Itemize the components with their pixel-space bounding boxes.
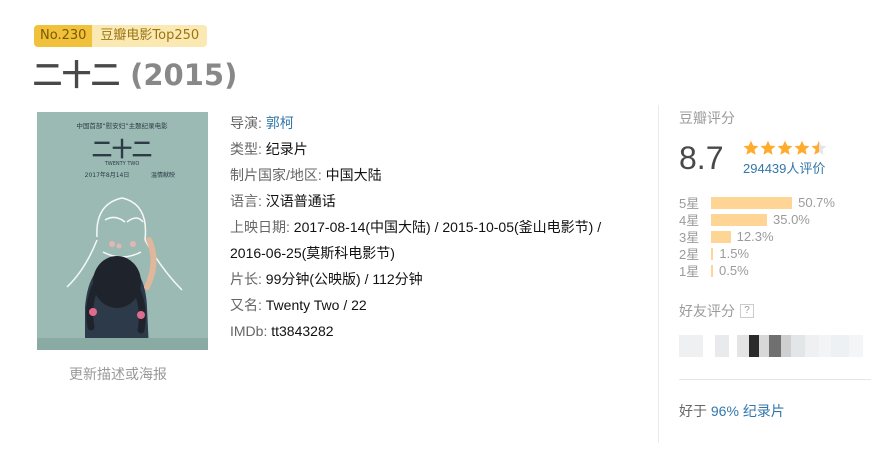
star-icon <box>743 140 759 155</box>
friend-avatars-blurred <box>679 335 873 357</box>
country-value: 中国大陆 <box>325 167 382 183</box>
imdb-row: IMDb: tt3843282 <box>230 318 640 344</box>
page-title: 二十二 (2015) <box>33 52 237 94</box>
language-value: 汉语普通话 <box>265 193 336 209</box>
stars-box: 294439人评价 <box>743 138 827 177</box>
director-link[interactable]: 郭柯 <box>266 115 294 131</box>
release-row: 上映日期: 2017-08-14(中国大陆) / 2015-10-05(釜山电影… <box>230 214 640 266</box>
movie-year: (2015) <box>130 58 238 92</box>
release-separator-1: / <box>430 219 443 235</box>
star-icon <box>794 140 810 155</box>
director-label: 导演: <box>230 115 262 131</box>
rating-row-percent: 50.7% <box>798 195 835 210</box>
rating-row: 1星 0.5% <box>679 262 873 279</box>
runtime-value-1: 99分钟(公映版) <box>265 271 361 287</box>
rating-row-percent: 35.0% <box>773 212 810 227</box>
star-icon <box>811 140 827 155</box>
runtime-row: 片长: 99分钟(公映版) / 112分钟 <box>230 266 640 292</box>
language-label: 语言: <box>230 193 262 209</box>
country-row: 制片国家/地区: 中国大陆 <box>230 162 640 188</box>
movie-name: 二十二 <box>33 58 121 92</box>
rating-score: 8.7 <box>679 140 724 176</box>
aka-label: 又名: <box>230 297 262 313</box>
poster-date: 2017年8月14日 <box>85 171 130 179</box>
rating-bar <box>711 247 714 260</box>
language-row: 语言: 汉语普通话 <box>230 188 640 214</box>
poster-top-text: 中国首部“慰安妇”主题纪录电影 <box>76 121 168 130</box>
aka-row: 又名: Twenty Two / 22 <box>230 292 640 318</box>
runtime-label: 片长: <box>230 271 262 287</box>
help-icon[interactable]: ? <box>740 304 754 318</box>
rating-title: 豆瓣评分 <box>679 110 735 126</box>
genre-value: 纪录片 <box>265 141 308 157</box>
release-date-2: 2015-10-05(釜山电影节) <box>442 219 594 235</box>
better-than-row: 好于 96% 纪录片 <box>679 401 785 421</box>
rating-row: 2星 1.5% <box>679 245 873 262</box>
score-row: 8.7 294439人评价 <box>679 138 873 178</box>
rating-bar <box>711 230 731 243</box>
rating-row: 5星 50.7% <box>679 194 873 211</box>
release-date-3: 2016-06-25(莫斯科电影节) <box>230 245 395 261</box>
better-percent[interactable]: 96% <box>711 403 739 419</box>
rating-row: 4星 35.0% <box>679 211 873 228</box>
update-poster-link[interactable]: 更新描述或海报 <box>69 364 167 384</box>
top250-badge[interactable]: No.230 豆瓣电影Top250 <box>34 25 208 47</box>
star-icon <box>760 140 776 155</box>
movie-poster[interactable]: 中国首部“慰安妇”主题纪录电影 二十二 TWENTY TWO 2017年8月14… <box>37 112 208 350</box>
imdb-id: tt3843282 <box>271 323 334 339</box>
rating-row-label: 1星 <box>679 264 700 279</box>
rank-number: No.230 <box>34 25 93 47</box>
release-label: 上映日期: <box>230 219 290 235</box>
friend-rating-header: 好友评分 ? <box>679 301 873 321</box>
poster-title: 二十二 <box>92 137 152 161</box>
rating-bar <box>711 196 793 209</box>
runtime-value-2: 112分钟 <box>372 271 423 287</box>
rating-bar <box>711 264 713 277</box>
rating-bar <box>711 213 767 226</box>
rating-row-percent: 12.3% <box>736 229 774 244</box>
poster-subtitle: TWENTY TWO <box>104 161 140 167</box>
panel-divider <box>679 379 871 380</box>
genre-label: 类型: <box>230 141 262 157</box>
rating-row: 3星 12.3% <box>679 228 873 245</box>
rating-stars <box>743 140 827 156</box>
aka-value: Twenty Two / 22 <box>265 297 367 313</box>
poster-slogan: 温情献映 <box>151 171 175 179</box>
release-separator-2: / <box>593 219 602 235</box>
rating-row-percent: 0.5% <box>719 263 749 278</box>
country-label: 制片国家/地区: <box>230 167 322 183</box>
runtime-separator: / <box>360 271 373 287</box>
rating-row-percent: 1.5% <box>719 246 750 261</box>
director-row: 导演: 郭柯 <box>230 110 640 136</box>
rating-distribution: 5星 50.7% 4星 35.0% 3星 12.3% 2星 1.5% 1星 0.5% <box>679 194 873 279</box>
poster-image: 中国首部“慰安妇”主题纪录电影 二十二 TWENTY TWO 2017年8月14… <box>37 112 208 350</box>
movie-info: 导演: 郭柯 类型: 纪录片 制片国家/地区: 中国大陆 语言: 汉语普通话 上… <box>230 110 640 344</box>
genre-row: 类型: 纪录片 <box>230 136 640 162</box>
rating-panel: 豆瓣评分 8.7 294439人评价 5星 50.7% 4星 35.0% 3星 12.3%… <box>658 105 873 443</box>
friend-rating-title: 好友评分 <box>679 303 735 319</box>
votes-link[interactable]: 294439人评价 <box>743 158 827 177</box>
imdb-label: IMDb: <box>230 323 268 339</box>
star-icon <box>777 140 793 155</box>
release-date-1: 2017-08-14(中国大陆) <box>293 219 431 235</box>
better-genre[interactable]: 纪录片 <box>743 403 785 419</box>
rank-list-name[interactable]: 豆瓣电影Top250 <box>92 25 208 47</box>
better-prefix: 好于 <box>679 403 707 419</box>
